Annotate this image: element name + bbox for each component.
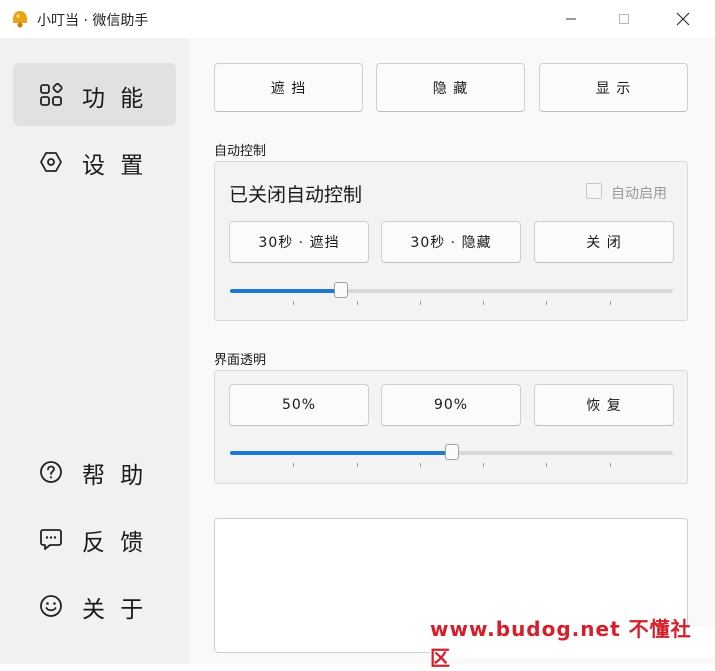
sidebar-item-help[interactable]: 帮 助 — [13, 440, 176, 503]
slider-tick — [293, 463, 294, 467]
slider-tick — [357, 463, 358, 467]
minimize-button[interactable] — [548, 0, 594, 38]
sidebar: 功 能 设 置 帮 助 反 馈 关 于 — [0, 38, 189, 664]
maximize-button[interactable] — [601, 0, 647, 38]
slider-thumb[interactable] — [445, 444, 459, 460]
hide-button[interactable]: 隐 藏 — [376, 63, 525, 112]
auto-delay-slider[interactable] — [230, 281, 673, 305]
transparency-label: 界面透明 — [214, 353, 267, 368]
auto-start-checkbox[interactable] — [586, 183, 602, 199]
timed-cover-button[interactable]: 30秒 · 遮挡 — [229, 221, 369, 263]
show-button[interactable]: 显 示 — [539, 63, 688, 112]
slider-fill — [230, 451, 452, 455]
close-button[interactable] — [660, 0, 706, 38]
auto-control-label: 自动控制 — [214, 144, 267, 159]
restore-button[interactable]: 恢 复 — [534, 384, 674, 426]
sidebar-item-label: 功 能 — [82, 86, 148, 112]
cover-button[interactable]: 遮 挡 — [214, 63, 363, 112]
window-title: 小叮当 · 微信助手 — [37, 13, 149, 29]
slider-tick — [293, 301, 294, 305]
grid-icon — [40, 83, 63, 106]
auto-control-status: 已关闭自动控制 — [229, 184, 363, 206]
slider-tick — [546, 463, 547, 467]
hexagon-settings-icon — [40, 152, 62, 172]
slider-thumb[interactable] — [334, 282, 348, 298]
auto-off-button[interactable]: 关 闭 — [534, 221, 674, 263]
title-bar: 小叮当 · 微信助手 — [0, 0, 715, 38]
smile-icon — [40, 595, 62, 617]
watermark: www.budog.net 不懂社区 — [430, 617, 715, 670]
opacity-50-button[interactable]: 50% — [229, 384, 369, 426]
question-icon — [40, 461, 62, 483]
close-icon — [676, 12, 690, 26]
maximize-icon — [619, 14, 629, 24]
slider-tick — [420, 463, 421, 467]
sidebar-item-label: 反 馈 — [82, 530, 148, 556]
opacity-slider[interactable] — [230, 443, 673, 467]
sidebar-item-about[interactable]: 关 于 — [13, 574, 176, 637]
sidebar-item-settings[interactable]: 设 置 — [13, 130, 176, 193]
slider-tick — [483, 301, 484, 305]
opacity-90-button[interactable]: 90% — [381, 384, 521, 426]
slider-fill — [230, 289, 341, 293]
feedback-chat-icon — [40, 529, 62, 550]
bell-app-icon — [13, 11, 27, 28]
timed-hide-button[interactable]: 30秒 · 隐藏 — [381, 221, 521, 263]
slider-tick — [357, 301, 358, 305]
slider-tick — [420, 301, 421, 305]
slider-tick — [483, 463, 484, 467]
slider-tick — [610, 301, 611, 305]
main-content: 遮 挡 隐 藏 显 示 自动控制 已关闭自动控制 自动启用 30秒 · 遮挡 3… — [189, 38, 715, 664]
sidebar-item-features[interactable]: 功 能 — [13, 63, 176, 126]
sidebar-item-feedback[interactable]: 反 馈 — [13, 507, 176, 570]
auto-start-label: 自动启用 — [611, 186, 667, 202]
sidebar-item-label: 帮 助 — [82, 463, 148, 489]
sidebar-item-label: 设 置 — [82, 153, 148, 179]
minimize-icon — [566, 18, 576, 20]
sidebar-item-label: 关 于 — [82, 597, 148, 623]
slider-tick — [610, 463, 611, 467]
slider-tick — [546, 301, 547, 305]
